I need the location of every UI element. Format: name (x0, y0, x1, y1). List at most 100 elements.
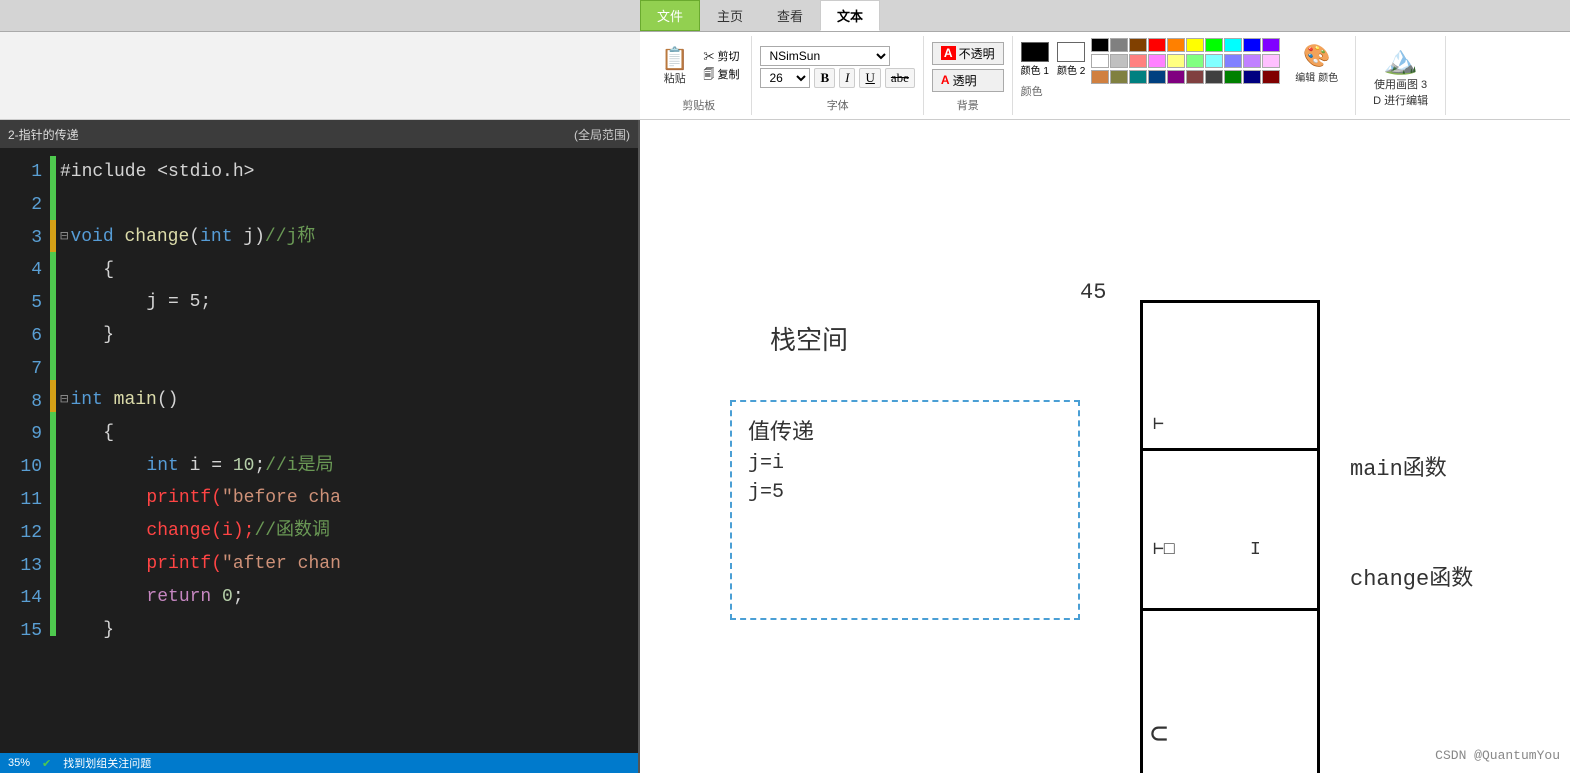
swatch-21[interactable] (1110, 70, 1128, 84)
color1-button[interactable]: 颜色 1 (1021, 42, 1049, 77)
dashed-box[interactable]: 值传递 j=i j=5 (730, 400, 1080, 620)
cut-button[interactable]: ✂ 剪切 (699, 47, 743, 65)
swatch-22[interactable] (1129, 70, 1147, 84)
3d-icon: 🏔️ (1383, 43, 1418, 76)
code-line-8: ⊟ int main () (56, 384, 638, 417)
underline-button[interactable]: U (859, 68, 880, 88)
color-main-buttons: 颜色 1 颜色 2 (1021, 42, 1086, 77)
font-name-select[interactable]: NSimSun (760, 46, 890, 66)
swatch-4[interactable] (1167, 38, 1185, 52)
swatch-19[interactable] (1262, 54, 1280, 68)
strikethrough-button[interactable]: abe (885, 68, 915, 88)
change-func-label: change函数 (1350, 560, 1473, 592)
color-swatches-row3 (1091, 70, 1280, 84)
ribbon-section-background: A 不透明 A 透明 背景 (924, 36, 1013, 115)
opacity-icon: A (941, 46, 956, 60)
cursor-symbol: I (1250, 540, 1261, 560)
swatch-10[interactable] (1091, 54, 1109, 68)
font-content: NSimSun 26 B I U abe (760, 38, 914, 95)
transparent-button[interactable]: A 透明 (932, 69, 1004, 92)
code-line-1: #include <stdio.h> (56, 156, 638, 189)
font-controls: NSimSun 26 B I U abe (760, 46, 914, 88)
tab-file[interactable]: 文件 (640, 0, 700, 31)
swatch-12[interactable] (1129, 54, 1147, 68)
stack-divider-top (1143, 448, 1317, 451)
3d-content: 🏔️ 使用画图 3 D 进行编辑 (1364, 38, 1437, 113)
code-lines[interactable]: #include <stdio.h> ⊟ void change ( int j… (56, 148, 638, 753)
swatch-17[interactable] (1224, 54, 1242, 68)
color1-preview (1021, 42, 1049, 62)
ribbon-body: 📋 粘贴 ✂ 剪切 🗐 复制 剪贴板 NSimSun (640, 32, 1570, 119)
copy-button[interactable]: 🗐 复制 (699, 65, 743, 86)
line-num-6: 6 (0, 320, 50, 353)
paste-icon: 📋 (661, 48, 688, 70)
swatch-2[interactable] (1129, 38, 1147, 52)
line-num-3: 3 (0, 222, 50, 255)
swatch-1[interactable] (1110, 38, 1128, 52)
paste-button[interactable]: 📋 粘贴 (654, 45, 695, 89)
spacer (1021, 77, 1086, 81)
transparent-icon: A (941, 73, 950, 87)
swatch-13[interactable] (1148, 54, 1166, 68)
swatch-9[interactable] (1262, 38, 1280, 52)
main-area: 2-指针的传递 (全局范围) 1 2 3 4 5 6 7 8 9 10 11 1… (0, 120, 1570, 773)
csdn-watermark: CSDN @QuantumYou (1435, 748, 1560, 763)
color-palette-wrap (1091, 38, 1280, 84)
line-num-7: 7 (0, 353, 50, 386)
tab-view[interactable]: 查看 (760, 0, 820, 31)
code-line-15: } (56, 614, 638, 647)
canvas-area[interactable]: 栈空间 45 值传递 j=i j=5 ⊢ ⊢□ main函数 change函数 (640, 120, 1570, 773)
edit-colors-icon: 🎨 (1303, 43, 1330, 69)
code-line-5: j = 5; (56, 286, 638, 319)
status-icon: ✔ (42, 757, 51, 770)
dashed-line-2: j=5 (748, 481, 1062, 504)
paint-panel[interactable]: 栈空间 45 值传递 j=i j=5 ⊢ ⊢□ main函数 change函数 (640, 120, 1570, 773)
swatch-16[interactable] (1205, 54, 1223, 68)
swatch-25[interactable] (1186, 70, 1204, 84)
ribbon-container: 文件 主页 查看 文本 📋 粘贴 ✂ 剪切 🗐 复制 剪贴板 (0, 0, 1570, 120)
line-num-4: 4 (0, 254, 50, 287)
bottom-symbol: ⊂ (1150, 716, 1168, 753)
edit-colors-button[interactable]: 🎨 编辑 颜色 (1286, 38, 1347, 89)
swatch-15[interactable] (1186, 54, 1204, 68)
swatch-29[interactable] (1262, 70, 1280, 84)
background-content: A 不透明 A 透明 (932, 38, 1004, 95)
line-num-15: 15 (0, 615, 50, 648)
collapse-icon-3: ⊟ (60, 226, 68, 248)
swatch-3[interactable] (1148, 38, 1166, 52)
line-num-5: 5 (0, 287, 50, 320)
line-num-14: 14 (0, 582, 50, 615)
swatch-5[interactable] (1186, 38, 1204, 52)
swatch-8[interactable] (1243, 38, 1261, 52)
line-num-10: 10 (0, 451, 50, 484)
swatch-18[interactable] (1243, 54, 1261, 68)
background-label: 背景 (957, 97, 979, 113)
swatch-14[interactable] (1167, 54, 1185, 68)
code-content[interactable]: 1 2 3 4 5 6 7 8 9 10 11 12 13 14 15 (0, 148, 638, 753)
color2-button[interactable]: 颜色 2 (1057, 42, 1085, 77)
clipboard-label: 剪贴板 (682, 97, 715, 113)
swatch-6[interactable] (1205, 38, 1223, 52)
tab-home[interactable]: 主页 (700, 0, 760, 31)
swatch-24[interactable] (1167, 70, 1185, 84)
font-size-select[interactable]: 26 (760, 68, 810, 88)
edit-3d-button[interactable]: 🏔️ 使用画图 3 D 进行编辑 (1364, 38, 1437, 113)
code-title: 2-指针的传递 (8, 126, 79, 143)
tab-text[interactable]: 文本 (820, 0, 880, 31)
swatch-7[interactable] (1224, 38, 1242, 52)
bold-button[interactable]: B (814, 68, 835, 88)
stack-number: 45 (1080, 280, 1106, 305)
italic-button[interactable]: I (839, 68, 855, 88)
opaque-button[interactable]: A 不透明 (932, 42, 1004, 65)
swatch-0[interactable] (1091, 38, 1109, 52)
ribbon-tabs: 文件 主页 查看 文本 (0, 0, 1570, 32)
opacity-section: A 不透明 A 透明 (932, 42, 1004, 92)
code-line-13: printf( "after chan (56, 548, 638, 581)
swatch-28[interactable] (1243, 70, 1261, 84)
swatch-20[interactable] (1091, 70, 1109, 84)
swatch-11[interactable] (1110, 54, 1128, 68)
swatch-27[interactable] (1224, 70, 1242, 84)
swatch-26[interactable] (1205, 70, 1223, 84)
dashed-box-title: 值传递 (748, 414, 1062, 446)
swatch-23[interactable] (1148, 70, 1166, 84)
